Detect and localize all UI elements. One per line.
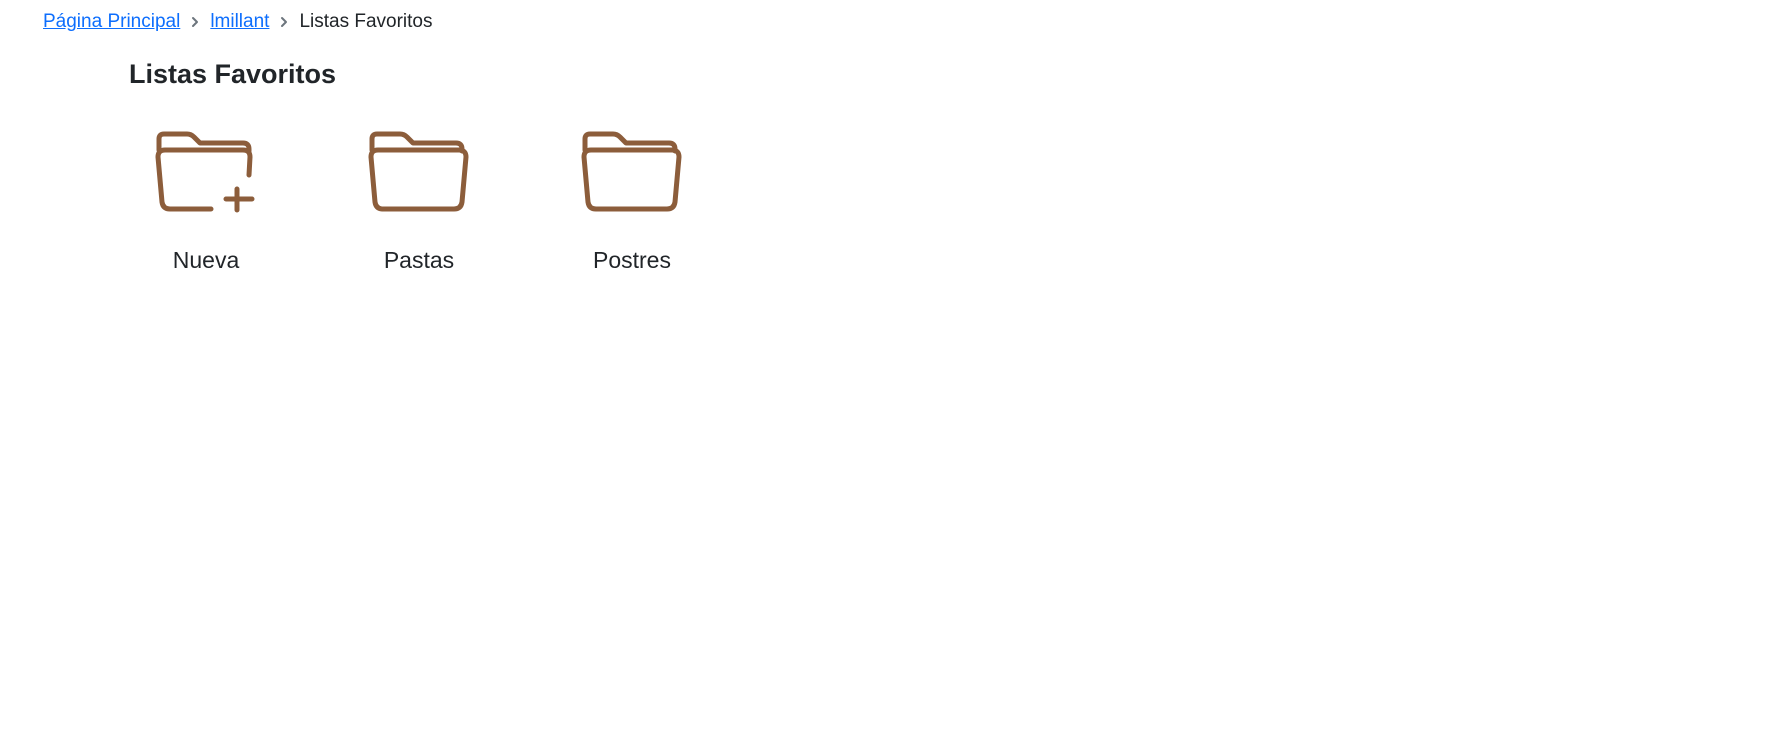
folder-plus-icon <box>155 131 255 213</box>
page-title: Listas Favoritos <box>129 59 337 89</box>
breadcrumb-link-user[interactable]: lmillant <box>210 10 269 34</box>
favorite-lists-grid: Nueva Pastas Postres <box>146 128 692 274</box>
folder-label: Postres <box>593 247 671 273</box>
folder-label: Nueva <box>172 247 240 273</box>
folder-icon <box>581 131 682 212</box>
folder-label: Pastas <box>383 247 455 273</box>
folder-item-pastas[interactable]: Pastas <box>359 128 479 274</box>
chevron-right-icon <box>180 10 210 34</box>
folder-item-postres[interactable]: Postres <box>572 128 692 274</box>
folder-icon <box>368 131 469 212</box>
breadcrumb-current: Listas Favoritos <box>299 11 433 32</box>
chevron-right-icon <box>269 10 299 34</box>
breadcrumb-link-home[interactable]: Página Principal <box>43 10 180 34</box>
new-list-button[interactable]: Nueva <box>146 128 266 274</box>
breadcrumb: Página Principal lmillant Listas Favorit… <box>43 10 432 34</box>
